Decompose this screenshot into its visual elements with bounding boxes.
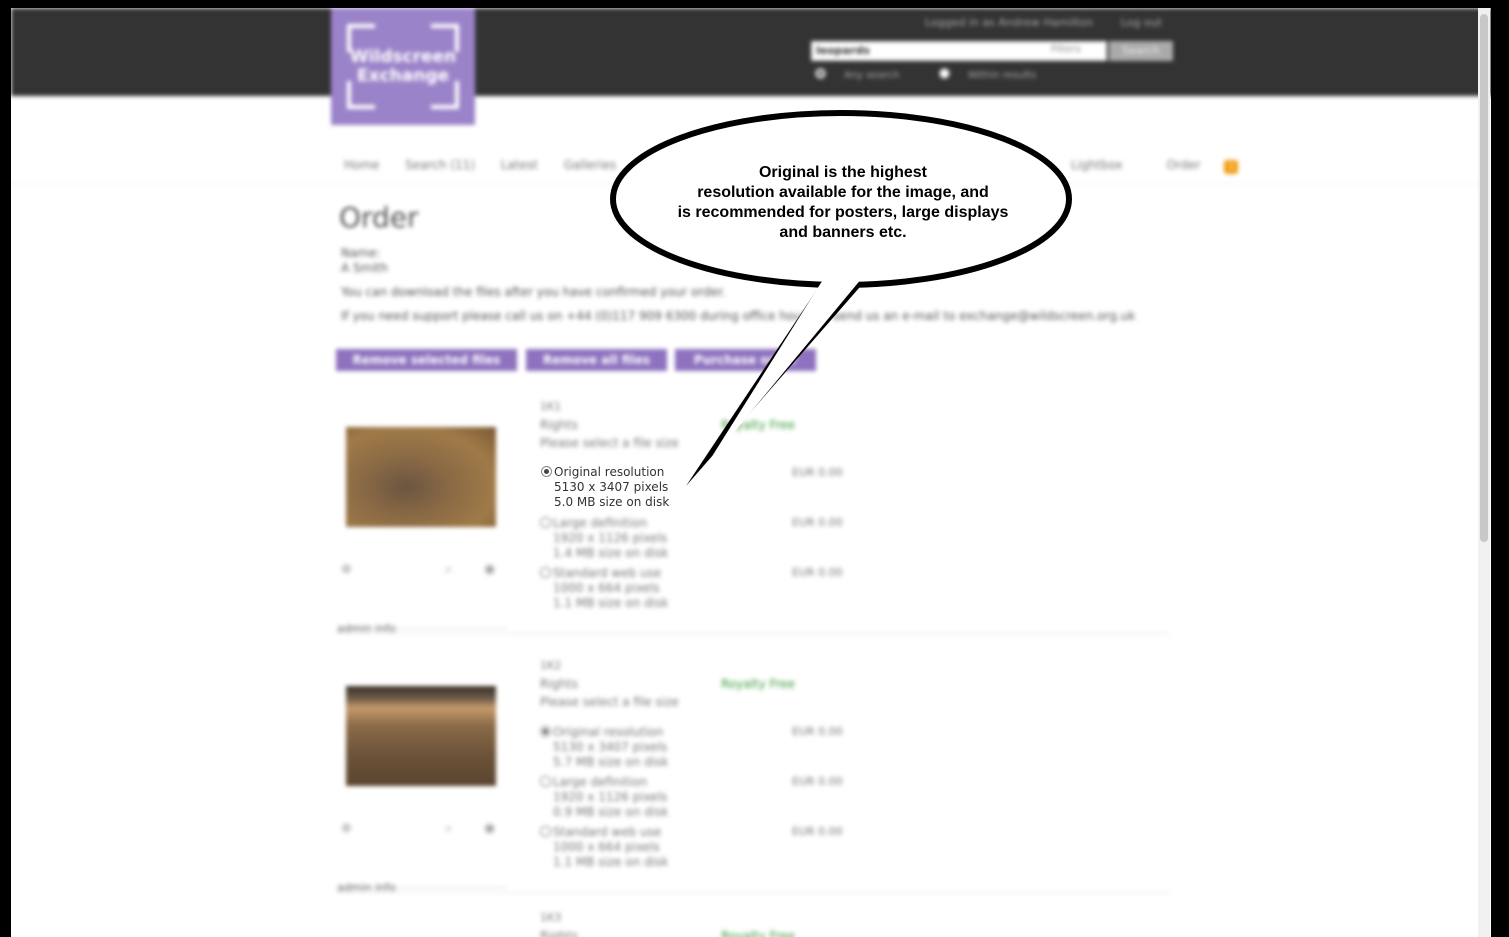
callout-line: and banners etc.	[779, 224, 907, 241]
callout-bubble	[610, 110, 1072, 486]
callout-pointer-inner	[706, 278, 862, 466]
callout-line: Original is the highest	[758, 164, 928, 181]
callout-line: is recommended for posters, large displa…	[677, 204, 1009, 221]
callout-text: Original is the highest resolution avail…	[662, 163, 1024, 243]
callout-line: resolution available for the image, and	[697, 184, 989, 201]
